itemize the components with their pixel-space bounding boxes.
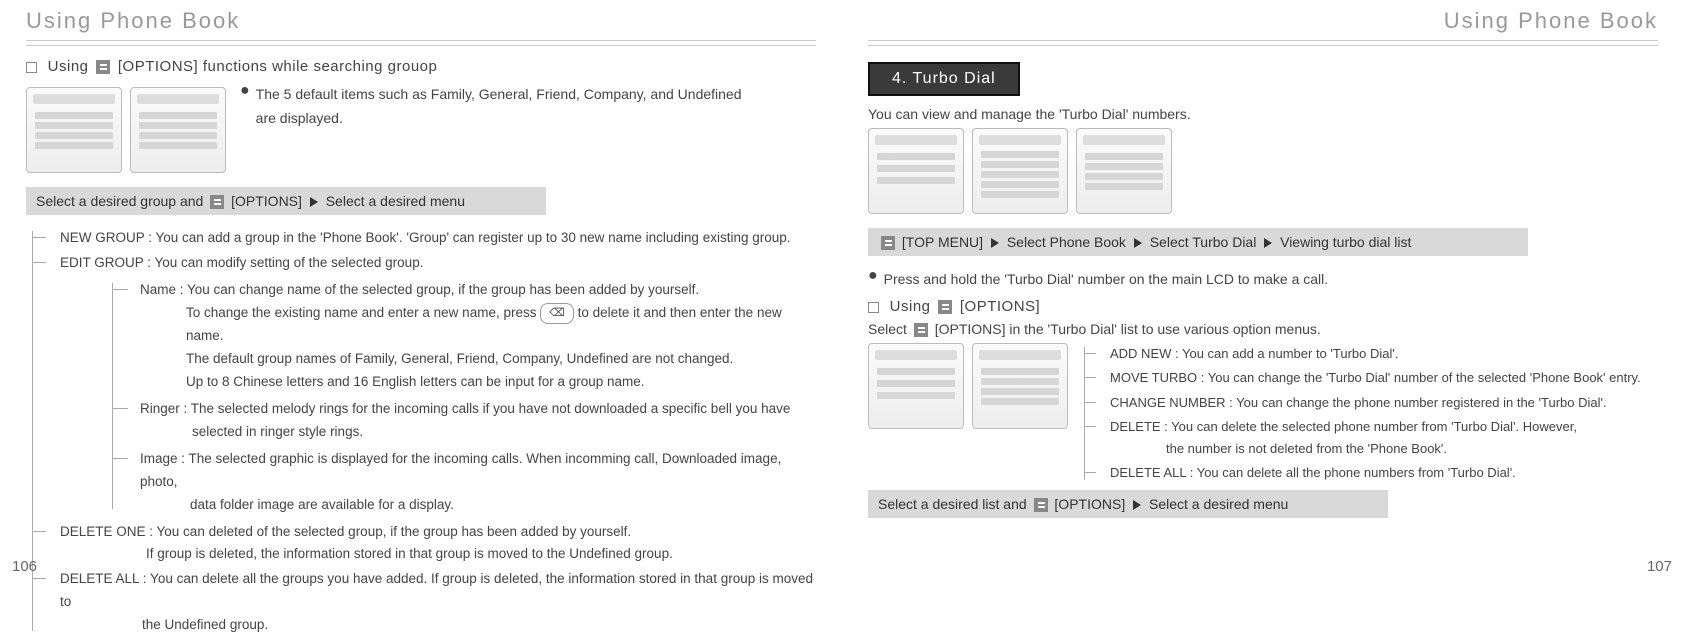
options-key-icon — [1034, 498, 1048, 512]
page-header-left: Using Phone Book — [26, 0, 816, 36]
bar-text: Select a desired menu — [1149, 496, 1288, 512]
text-line: DELETE : You can delete the selected pho… — [1110, 416, 1641, 438]
tree-item-name: Name : You can change name of the select… — [130, 279, 816, 394]
note-line: Press and hold the 'Turbo Dial' number o… — [884, 268, 1329, 292]
instruction-bar: [TOP MENU] Select Phone Book Select Turb… — [868, 228, 1528, 256]
phone-screenshot — [1076, 128, 1172, 214]
bar-text: Select Turbo Dial — [1150, 234, 1257, 250]
page-number: 106 — [12, 558, 37, 575]
bar-text: Select Phone Book — [1007, 234, 1126, 250]
phone-screenshot — [130, 87, 226, 173]
subhead-suffix: [OPTIONS] functions while searching grou… — [118, 58, 437, 75]
arrow-right-icon — [1134, 238, 1142, 248]
screenshot-row — [868, 128, 1658, 214]
text-line: DELETE ONE : You can deleted of the sele… — [60, 521, 816, 544]
options-key-icon — [914, 323, 928, 337]
options-key-icon — [96, 60, 110, 74]
arrow-right-icon — [1264, 238, 1272, 248]
header-rule — [868, 40, 1658, 46]
bar-text: Select a desired group and — [36, 193, 203, 209]
square-bullet-icon — [26, 62, 37, 73]
header-rule — [26, 40, 816, 46]
text-line: If group is deleted, the information sto… — [60, 543, 816, 566]
subhead-prefix: Using — [890, 298, 931, 315]
options-key-icon — [938, 300, 952, 314]
select-text: Select [OPTIONS] in the 'Turbo Dial' lis… — [868, 321, 1658, 337]
right-page: Using Phone Book 4. Turbo Dial You can v… — [842, 0, 1684, 581]
text-line: the Undefined group. — [60, 614, 816, 637]
note-bullet: ● The 5 default items such as Family, Ge… — [240, 83, 816, 131]
options-key-icon — [881, 236, 895, 250]
page-number: 107 — [1647, 558, 1672, 575]
arrow-right-icon — [310, 197, 318, 207]
screenshot-row — [26, 87, 226, 173]
text-line: Ringer : The selected melody rings for t… — [140, 398, 816, 421]
section-title-box: 4. Turbo Dial — [868, 62, 1020, 96]
phone-screenshot — [972, 128, 1068, 214]
bar-text: Select a desired list and — [878, 496, 1027, 512]
arrow-right-icon — [991, 238, 999, 248]
tree-item-delete-one: DELETE ONE : You can deleted of the sele… — [48, 521, 816, 567]
text-line: Up to 8 Chinese letters and 16 English l… — [140, 371, 816, 394]
tree-item-ringer: Ringer : The selected melody rings for t… — [130, 398, 816, 444]
tree-item-add-new: ADD NEW : You can add a number to 'Turbo… — [1098, 343, 1641, 365]
option-tree: ADD NEW : You can add a number to 'Turbo… — [1080, 343, 1641, 486]
note-line: are displayed. — [256, 107, 742, 131]
text-line: DELETE ALL : You can delete all the grou… — [60, 568, 816, 614]
bar-text: [TOP MENU] — [902, 234, 983, 250]
arrow-right-icon — [1133, 500, 1141, 510]
instruction-bar: Select a desired list and [OPTIONS] Sele… — [868, 490, 1388, 518]
subsection-heading: Using [OPTIONS] functions while searchin… — [26, 58, 816, 75]
phone-screenshot — [972, 343, 1068, 429]
note-bullet: ● Press and hold the 'Turbo Dial' number… — [868, 268, 1658, 292]
text-line: the number is not deleted from the 'Phon… — [1110, 438, 1641, 460]
page-header-right: Using Phone Book — [868, 0, 1658, 36]
bar-text: Viewing turbo dial list — [1280, 234, 1411, 250]
square-bullet-icon — [868, 302, 879, 313]
option-tree: NEW GROUP : You can add a group in the '… — [26, 227, 816, 637]
bullet-dot-icon: ● — [240, 83, 250, 131]
tree-item-new-group: NEW GROUP : You can add a group in the '… — [48, 227, 816, 250]
clear-key-icon: ⌫ — [540, 303, 574, 324]
text-line: The default group names of Family, Gener… — [140, 348, 816, 371]
phone-screenshot — [868, 128, 964, 214]
text-line: data folder image are available for a di… — [140, 494, 816, 517]
screenshot-row — [868, 343, 1068, 486]
tree-item-change-number: CHANGE NUMBER : You can change the phone… — [1098, 392, 1641, 414]
text-line: Image : The selected graphic is displaye… — [140, 448, 816, 494]
tree-item-delete-all: DELETE ALL : You can delete all the phon… — [1098, 462, 1641, 484]
subhead-prefix: Using — [48, 58, 89, 75]
tree-item-image: Image : The selected graphic is displaye… — [130, 448, 816, 517]
options-key-icon — [210, 195, 224, 209]
tree-item-edit-group: EDIT GROUP : You can modify setting of t… — [48, 252, 816, 275]
subhead-suffix: [OPTIONS] — [960, 298, 1040, 315]
text-line: selected in ringer style rings. — [140, 421, 816, 444]
bar-text: [OPTIONS] — [1054, 496, 1125, 512]
tree-item-delete-all: DELETE ALL : You can delete all the grou… — [48, 568, 816, 637]
tree-item-delete: DELETE : You can delete the selected pho… — [1098, 416, 1641, 460]
subsection-heading: Using [OPTIONS] — [868, 298, 1658, 315]
left-page: Using Phone Book Using [OPTIONS] functio… — [0, 0, 842, 581]
bullet-dot-icon: ● — [868, 268, 878, 292]
bar-text: [OPTIONS] — [231, 193, 302, 209]
phone-screenshot — [26, 87, 122, 173]
note-line: The 5 default items such as Family, Gene… — [256, 83, 742, 107]
text-line: Name : You can change name of the select… — [140, 279, 816, 302]
bar-text: Select a desired menu — [326, 193, 465, 209]
instruction-bar: Select a desired group and [OPTIONS] Sel… — [26, 187, 546, 215]
intro-text: You can view and manage the 'Turbo Dial'… — [868, 106, 1658, 122]
text-line: To change the existing name and enter a … — [140, 302, 816, 348]
phone-screenshot — [868, 343, 964, 429]
tree-item-move-turbo: MOVE TURBO : You can change the 'Turbo D… — [1098, 367, 1641, 389]
